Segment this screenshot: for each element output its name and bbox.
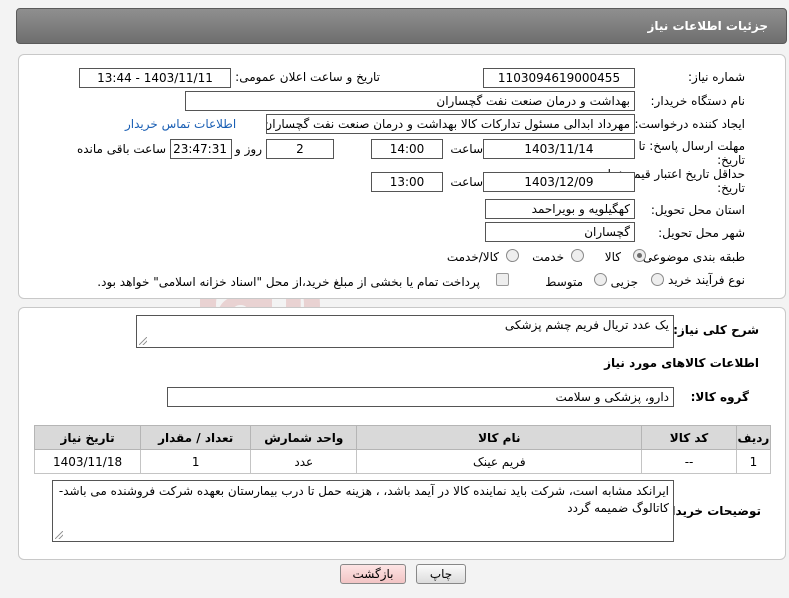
process-minor-radio[interactable] xyxy=(651,273,664,286)
treasury-payment-checkbox[interactable] xyxy=(496,273,509,286)
province-label: استان محل تحویل: xyxy=(650,203,745,217)
cell-unit: عدد xyxy=(250,449,358,474)
deadline-label: مهلت ارسال پاسخ: تا xyxy=(638,139,745,153)
process-medium-label: متوسط xyxy=(545,275,583,289)
header-goods-code: کد کالا xyxy=(641,425,737,450)
announce-label: تاریخ و ساعت اعلان عمومی: xyxy=(235,70,380,84)
cell-row-number: 1 xyxy=(735,449,772,474)
description-field: یک عدد تریال فریم چشم پزشکی xyxy=(136,315,674,348)
buyer-contact-link[interactable]: اطلاعات تماس خریدار xyxy=(125,117,236,131)
cell-quantity: 1 xyxy=(140,449,252,474)
print-button[interactable]: چاپ xyxy=(416,564,466,584)
time-remaining-label: ساعت باقی مانده xyxy=(76,142,166,156)
goods-group-label: گروه کالا: xyxy=(690,390,749,404)
back-button[interactable]: بازگشت xyxy=(340,564,406,584)
cell-goods-name: فریم عینک xyxy=(356,449,643,474)
validity-time-label: ساعت xyxy=(450,175,483,189)
table-header-row: ردیف کد کالا نام کالا واحد شمارش تعداد /… xyxy=(33,425,772,450)
creator-field: مهرداد ابدالی مسئول تدارکات کالا بهداشت … xyxy=(266,114,635,134)
category-label: طبقه بندی موضوعی: xyxy=(638,250,745,264)
creator-label: ایجاد کننده درخواست: xyxy=(634,117,745,131)
cell-goods-code: -- xyxy=(641,449,737,474)
city-label: شهر محل تحویل: xyxy=(658,226,745,240)
process-label: نوع فرآیند خرید : xyxy=(660,273,745,287)
header-goods-name: نام کالا xyxy=(356,425,643,450)
buyer-org-label: نام دستگاه خریدار: xyxy=(650,94,746,108)
header-quantity: تعداد / مقدار xyxy=(140,425,252,450)
need-number-label: شماره نیاز: xyxy=(688,70,745,84)
buyer-org-field: بهداشت و درمان صنعت نفت گچساران xyxy=(185,91,635,111)
cell-need-date: 1403/11/18 xyxy=(33,449,142,474)
goods-info-title: اطلاعات کالاهای مورد نیاز xyxy=(604,356,759,370)
buyer-notes-field: ایرانکد مشابه است، شرکت باید نماینده کال… xyxy=(52,480,674,542)
deadline-time-field: 14:00 xyxy=(371,139,443,159)
validity-date-field: 1403/12/09 xyxy=(483,172,635,192)
deadline-time-label: ساعت xyxy=(450,142,483,156)
process-medium-radio[interactable] xyxy=(594,273,607,286)
buyer-notes-text: ایرانکد مشابه است، شرکت باید نماینده کال… xyxy=(58,484,669,515)
treasury-payment-text: پرداخت تمام یا بخشی از مبلغ خرید،از محل … xyxy=(97,275,480,289)
resize-grip-icon[interactable] xyxy=(55,531,63,539)
goods-group-field: دارو، پزشکی و سلامت xyxy=(167,387,674,407)
city-field: گچساران xyxy=(485,222,635,242)
process-minor-label: جزیی xyxy=(610,275,638,289)
category-goods-service-label: کالا/خدمت xyxy=(446,250,499,264)
header-row-number: ردیف xyxy=(735,425,772,450)
validity-date-label: تاریخ: xyxy=(717,181,745,195)
validity-time-field: 13:00 xyxy=(371,172,443,192)
resize-grip-icon[interactable] xyxy=(139,337,147,345)
deadline-date-label: تاریخ: xyxy=(717,153,745,167)
category-goods-radio[interactable] xyxy=(633,249,646,262)
description-text: یک عدد تریال فریم چشم پزشکی xyxy=(504,318,669,332)
goods-table: ردیف کد کالا نام کالا واحد شمارش تعداد /… xyxy=(33,425,772,474)
description-label: شرح کلی نیاز: xyxy=(673,323,759,337)
category-goods-service-radio[interactable] xyxy=(506,249,519,262)
header-need-date: تاریخ نیاز xyxy=(33,425,142,450)
category-service-label: خدمت xyxy=(532,250,564,264)
days-remaining-field: 2 xyxy=(266,139,334,159)
buyer-notes-label: توضیحات خریدار: xyxy=(659,504,761,518)
page-header: جزئیات اطلاعات نیاز xyxy=(16,8,787,44)
need-number-field: 1103094619000455 xyxy=(483,68,635,88)
time-remaining-field: 23:47:31 xyxy=(170,139,232,159)
table-row: 1 -- فریم عینک عدد 1 1403/11/18 xyxy=(33,449,772,474)
category-service-radio[interactable] xyxy=(571,249,584,262)
province-field: کهگیلویه و بویراحمد xyxy=(485,199,635,219)
category-goods-label: کالا xyxy=(604,250,621,264)
days-label: روز و xyxy=(235,142,262,156)
announce-datetime-field: 1403/11/11 - 13:44 xyxy=(79,68,231,88)
page-title: جزئیات اطلاعات نیاز xyxy=(647,19,768,33)
deadline-date-field: 1403/11/14 xyxy=(483,139,635,159)
header-unit: واحد شمارش xyxy=(250,425,358,450)
